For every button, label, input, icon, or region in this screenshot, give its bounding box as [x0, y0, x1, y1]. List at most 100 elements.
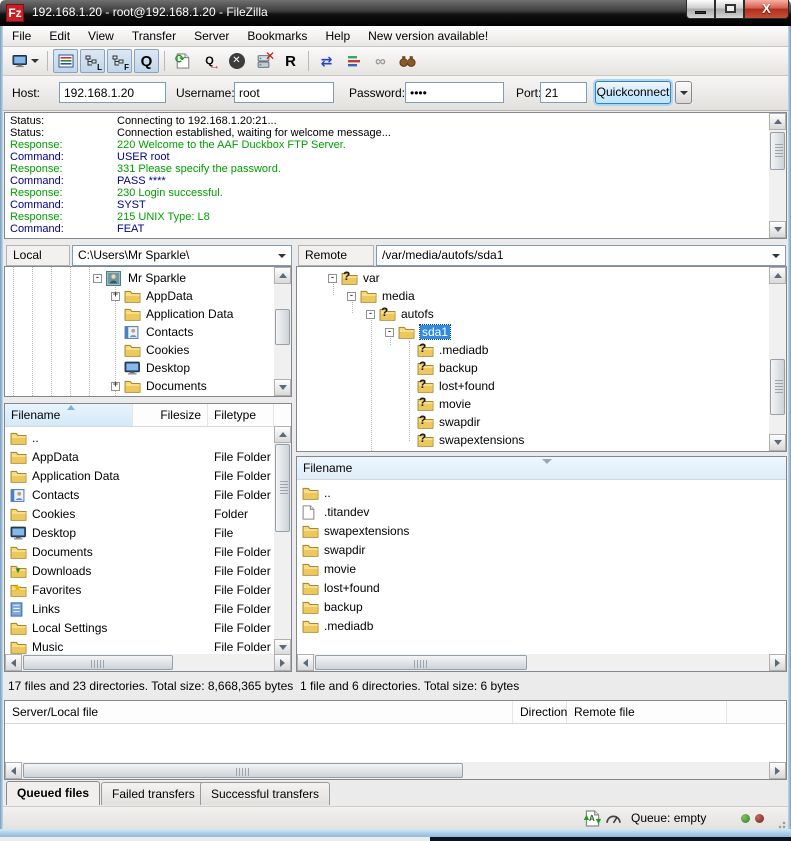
file-row[interactable]: AppDataFile Folder [6, 447, 79, 466]
remote-file-list[interactable]: Filename .. .titandev swapextensions swa… [296, 456, 787, 672]
directory-comparison-button[interactable]: ⇄ [314, 49, 339, 73]
close-button[interactable]: X [744, 0, 789, 19]
transfer-queue-panel[interactable]: Server/Local file Direction Remote file [4, 700, 787, 780]
resize-grip[interactable] [776, 819, 786, 829]
tree-item-documents[interactable]: Documents [111, 377, 207, 395]
expand-expander-icon[interactable] [111, 382, 120, 391]
collapse-expander-icon[interactable] [328, 274, 337, 283]
local-site-combo[interactable]: C:\Users\Mr Sparkle\ [72, 245, 292, 266]
title-bar[interactable]: Fz 192.168.1.20 - root@192.168.1.20 - Fi… [0, 0, 791, 26]
remote-tree-scrollbar[interactable] [769, 267, 786, 451]
tree-item-appdata[interactable]: AppData [111, 287, 193, 305]
tree-item-cookies[interactable]: Cookies [124, 341, 189, 359]
file-row[interactable]: .. [6, 428, 39, 447]
toggle-message-log-button[interactable] [53, 49, 78, 73]
transfer-type-icon[interactable]: A ▲ ▼ [585, 810, 600, 830]
queue-hscrollbar[interactable] [5, 762, 786, 779]
username-input[interactable] [234, 82, 334, 103]
scrollbar-thumb[interactable] [275, 444, 290, 532]
splitter-collapse-icon[interactable] [542, 459, 552, 464]
menu-new-version-notice[interactable]: New version available! [359, 26, 497, 47]
remote-site-combo[interactable]: /var/media/autofs/sda1 [376, 245, 786, 266]
process-queue-button[interactable]: Q → [197, 49, 222, 73]
remote-list-hscrollbar[interactable] [297, 654, 786, 671]
local-list-vscrollbar[interactable] [274, 426, 291, 656]
local-tree[interactable]: Mr Sparkle AppData Application Data Cont… [4, 266, 292, 397]
message-log[interactable]: Status:Connecting to 192.168.1.20:21... … [4, 112, 787, 239]
speed-limits-icon[interactable] [606, 813, 621, 827]
file-row[interactable]: backup [298, 597, 363, 616]
file-row[interactable]: ContactsFile Folder [6, 485, 79, 504]
password-input[interactable] [405, 82, 504, 103]
menu-server[interactable]: Server [185, 26, 238, 47]
cancel-button[interactable]: ✕ [224, 49, 249, 73]
file-row[interactable]: DocumentsFile Folder [6, 542, 93, 561]
tree-item-downloads[interactable]: ▼ Downloads [111, 395, 205, 397]
scrollbar-thumb[interactable] [315, 655, 527, 670]
tree-item-desktop[interactable]: Desktop [124, 359, 190, 377]
port-input[interactable] [540, 82, 587, 103]
tree-item-application-data[interactable]: Application Data [124, 305, 233, 323]
comparison-list-button[interactable] [341, 49, 366, 73]
tree-item-media[interactable]: media [347, 287, 415, 305]
tree-item-contacts[interactable]: Contacts [124, 323, 193, 341]
collapse-expander-icon[interactable] [385, 328, 394, 337]
maximize-button[interactable] [715, 0, 744, 19]
expand-expander-icon[interactable] [111, 292, 120, 301]
quickconnect-button[interactable]: Quickconnect [595, 81, 671, 104]
scrollbar-thumb[interactable] [770, 132, 785, 170]
file-row[interactable]: .titandev [298, 502, 369, 521]
scrollbar-thumb[interactable] [23, 763, 463, 778]
tab-successful-transfers[interactable]: Successful transfers [200, 782, 330, 805]
menu-bookmarks[interactable]: Bookmarks [238, 26, 316, 47]
tab-queued-files[interactable]: Queued files [6, 781, 100, 805]
host-input[interactable] [59, 82, 166, 103]
file-row[interactable]: movie [298, 559, 356, 578]
local-list-hscrollbar[interactable] [5, 654, 291, 671]
tree-item-movie[interactable]: ? movie [417, 395, 471, 413]
scrollbar-thumb[interactable] [275, 309, 290, 345]
tree-item-mr-sparkle[interactable]: Mr Sparkle [93, 269, 186, 287]
toggle-local-tree-button[interactable]: L [80, 49, 105, 73]
tree-item-autofs[interactable]: ? autofs [366, 305, 434, 323]
collapse-expander-icon[interactable] [347, 292, 356, 301]
reconnect-button[interactable]: R [278, 49, 303, 73]
menu-file[interactable]: File [3, 26, 40, 47]
file-row[interactable]: lost+found [298, 578, 380, 597]
file-row[interactable]: swapextensions [298, 521, 409, 540]
minimize-button[interactable] [686, 0, 715, 19]
tree-item-backup[interactable]: ? backup [417, 359, 478, 377]
tree-item-dvd[interactable]: ? dvd [366, 449, 407, 452]
column-header-filetype[interactable]: Filetype [208, 404, 274, 426]
scrollbar-thumb[interactable] [23, 655, 173, 670]
file-row[interactable]: Local SettingsFile Folder [6, 618, 107, 637]
site-manager-button[interactable] [8, 49, 42, 73]
tree-item-swapextensions[interactable]: ? swapextensions [417, 431, 524, 449]
column-header-filesize[interactable]: Filesize [133, 404, 208, 426]
log-scrollbar[interactable] [769, 113, 786, 238]
file-row[interactable]: Application DataFile Folder [6, 466, 119, 485]
file-row[interactable]: LinksFile Folder [6, 599, 60, 618]
tree-item-var[interactable]: ? var [328, 269, 380, 287]
menu-view[interactable]: View [79, 26, 123, 47]
file-row[interactable]: ▼DownloadsFile Folder [6, 561, 91, 580]
collapse-expander-icon[interactable] [366, 310, 375, 319]
scrollbar-thumb[interactable] [770, 359, 785, 415]
tree-item-sda1[interactable]: sda1 [385, 323, 450, 341]
tree-item-mediadb[interactable]: ? .mediadb [417, 341, 488, 359]
disconnect-button[interactable]: ✕ [251, 49, 276, 73]
file-row[interactable]: CookiesFolder [6, 504, 75, 523]
file-row[interactable]: .mediadb [298, 616, 373, 635]
quickconnect-dropdown-button[interactable] [675, 81, 692, 104]
collapse-expander-icon[interactable] [93, 274, 102, 283]
refresh-button[interactable]: ⟳ [170, 49, 195, 73]
file-row[interactable]: .. [298, 483, 331, 502]
file-row[interactable]: ★FavoritesFile Folder [6, 580, 81, 599]
find-files-button[interactable] [395, 49, 420, 73]
toggle-queue-button[interactable]: Q [134, 49, 159, 73]
file-row[interactable]: swapdir [298, 540, 365, 559]
toggle-remote-tree-button[interactable]: F [107, 49, 132, 73]
local-tree-scrollbar[interactable] [274, 267, 291, 396]
synchronized-browsing-button[interactable]: ∞ [368, 49, 393, 73]
column-header-direction[interactable]: Direction [513, 701, 567, 723]
